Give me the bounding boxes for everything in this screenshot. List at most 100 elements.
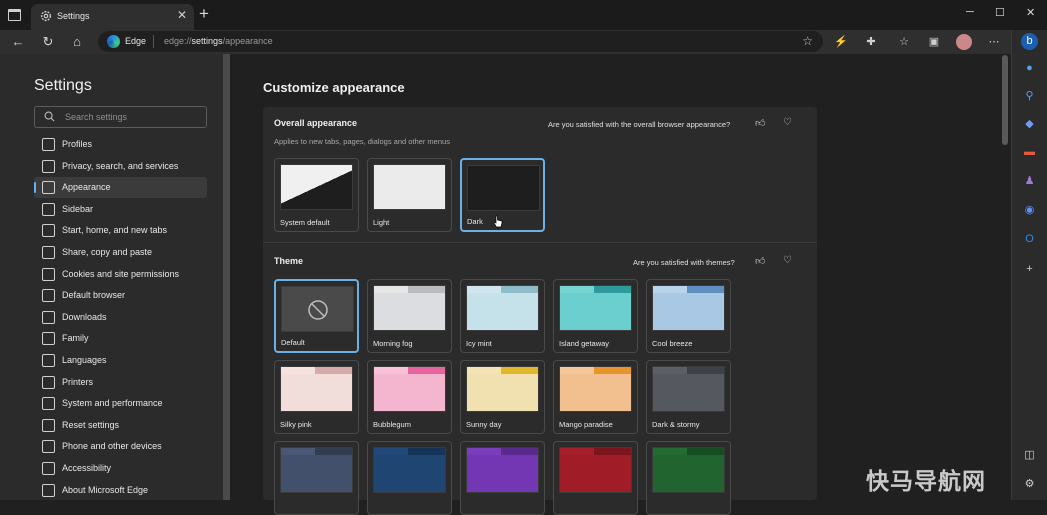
system-default-preview: [280, 164, 353, 210]
sidebar-item-start-home-and-new-tabs[interactable]: Start, home, and new tabs: [34, 220, 207, 241]
sidebar-item-reset-settings[interactable]: Reset settings: [34, 415, 207, 436]
blocked-icon: [308, 300, 328, 320]
sidebar-item-sidebar[interactable]: Sidebar: [34, 199, 207, 220]
appearance-option-system-default[interactable]: System default: [274, 158, 359, 232]
sidebar-item-family[interactable]: Family: [34, 328, 207, 349]
office-icon[interactable]: ◉: [1021, 202, 1038, 219]
add-sidebar-app-icon[interactable]: +: [1021, 261, 1038, 278]
mouse-cursor-icon: [493, 215, 503, 228]
profile-icon: [42, 138, 55, 151]
search-icon: [44, 111, 55, 122]
search-placeholder: Search settings: [65, 112, 128, 122]
search-sidebar-icon[interactable]: ⚲: [1021, 88, 1038, 105]
lock-icon: [42, 159, 55, 173]
sidebar-item-cookies-and-site-permissions[interactable]: Cookies and site permissions: [34, 264, 207, 285]
folder-body: [560, 455, 631, 492]
phone-icon: [42, 440, 55, 454]
sidebar-item-label: Sidebar: [62, 203, 94, 214]
window-menu-icon[interactable]: [8, 9, 21, 21]
sidebar-item-label: Downloads: [62, 311, 107, 322]
overall-feedback-question: Are you satisfied with the overall brows…: [548, 120, 731, 129]
theme-preview: [373, 447, 446, 493]
tab-close-icon[interactable]: ✕: [177, 8, 187, 22]
settings-sidebar: Settings Search settings Profiles Privacy…: [0, 54, 230, 500]
thumbs-down-icon[interactable]: ♡: [783, 117, 792, 128]
favorites-icon[interactable]: ☆: [896, 34, 912, 50]
thumbs-up-icon[interactable]: 👍︎: [755, 255, 765, 267]
sidebar-item-languages[interactable]: Languages: [34, 350, 207, 371]
close-window-button[interactable]: ✕: [1026, 6, 1035, 19]
add-favorite-icon[interactable]: ☆: [802, 34, 813, 48]
theme-tile[interactable]: [274, 441, 359, 515]
extension-active-icon[interactable]: ⚡: [833, 34, 849, 50]
theme-tile[interactable]: Icy mint: [460, 279, 545, 353]
sidebar-icon: [42, 202, 55, 216]
sidebar-item-phone-and-other-devices[interactable]: Phone and other devices: [34, 436, 207, 457]
shopping-icon[interactable]: ◆: [1021, 116, 1038, 133]
main-scrollbar[interactable]: [1002, 55, 1008, 145]
theme-preview: [652, 366, 725, 412]
sidebar-item-label: Family: [62, 333, 89, 344]
profile-avatar[interactable]: [956, 34, 972, 50]
refresh-button[interactable]: ↻: [39, 33, 57, 51]
new-tab-button[interactable]: +: [199, 5, 209, 23]
address-bar[interactable]: Edge edge://settings/appearance ☆: [98, 31, 823, 52]
theme-tile[interactable]: Morning fog: [367, 279, 452, 353]
theme-tile[interactable]: Mango paradise: [553, 360, 638, 434]
home-button[interactable]: ⌂: [68, 33, 86, 51]
sidebar-item-accessibility[interactable]: Accessibility: [34, 458, 207, 479]
theme-tile[interactable]: [553, 441, 638, 515]
theme-tile[interactable]: Silky pink: [274, 360, 359, 434]
theme-tile[interactable]: [460, 441, 545, 515]
thumbs-down-icon[interactable]: ♡: [783, 255, 792, 266]
notifications-icon[interactable]: ●: [1021, 60, 1038, 77]
more-menu-button[interactable]: ⋯: [986, 34, 1002, 50]
games-icon[interactable]: ♟: [1021, 173, 1038, 190]
minimize-button[interactable]: ─: [966, 6, 974, 18]
sidebar-item-privacy-search-and-services[interactable]: Privacy, search, and services: [34, 156, 207, 177]
settings-title: Settings: [34, 77, 92, 94]
sidebar-toggle-icon[interactable]: ◫: [1021, 447, 1038, 464]
search-settings-input[interactable]: Search settings: [34, 106, 207, 128]
sidebar-item-system-and-performance[interactable]: System and performance: [34, 393, 207, 414]
theme-tile[interactable]: Bubblegum: [367, 360, 452, 434]
maximize-button[interactable]: ☐: [995, 6, 1005, 19]
theme-tile[interactable]: [367, 441, 452, 515]
page-title: Customize appearance: [263, 80, 405, 95]
light-preview: [373, 164, 446, 210]
sidebar-item-about-microsoft-edge[interactable]: About Microsoft Edge: [34, 480, 207, 501]
collections-icon[interactable]: ▣: [926, 34, 942, 50]
watermark: 快马导航网: [866, 469, 986, 495]
extensions-icon[interactable]: ✚: [863, 34, 879, 50]
sidebar-scrollbar[interactable]: [223, 54, 230, 500]
theme-label: Island getaway: [559, 339, 610, 348]
sidebar-settings-icon[interactable]: ⚙: [1021, 476, 1038, 493]
outlook-icon[interactable]: O: [1021, 231, 1038, 248]
sidebar-item-downloads[interactable]: Downloads: [34, 307, 207, 328]
back-button[interactable]: ←: [9, 33, 27, 51]
theme-preview: [559, 447, 632, 493]
appearance-option-light[interactable]: Light: [367, 158, 452, 232]
folder-body: [467, 455, 538, 492]
theme-tile[interactable]: Sunny day: [460, 360, 545, 434]
sidebar-item-default-browser[interactable]: Default browser: [34, 285, 207, 306]
sidebar-item-label: About Microsoft Edge: [62, 484, 149, 495]
folder-body: [653, 293, 724, 330]
sidebar-item-share-copy-and-paste[interactable]: Share, copy and paste: [34, 242, 207, 263]
tools-icon[interactable]: ▬: [1021, 144, 1038, 161]
theme-tile[interactable]: [646, 441, 731, 515]
sidebar-item-profiles[interactable]: Profiles: [34, 134, 207, 155]
theme-preview: [466, 285, 539, 331]
theme-tile[interactable]: Dark & stormy: [646, 360, 731, 434]
sidebar-item-appearance[interactable]: Appearance: [34, 177, 207, 199]
sidebar-item-printers[interactable]: Printers: [34, 372, 207, 393]
thumbs-up-icon[interactable]: 👍︎: [755, 117, 765, 129]
theme-label: Sunny day: [466, 420, 502, 429]
theme-tile[interactable]: Cool breeze: [646, 279, 731, 353]
theme-tile[interactable]: Island getaway: [553, 279, 638, 353]
theme-tile[interactable]: Default: [274, 279, 359, 353]
theme-label: Silky pink: [280, 420, 312, 429]
bing-chat-icon[interactable]: b: [1021, 33, 1038, 50]
url-text[interactable]: edge://settings/appearance: [164, 36, 273, 46]
tab-settings[interactable]: Settings ✕: [31, 4, 194, 30]
